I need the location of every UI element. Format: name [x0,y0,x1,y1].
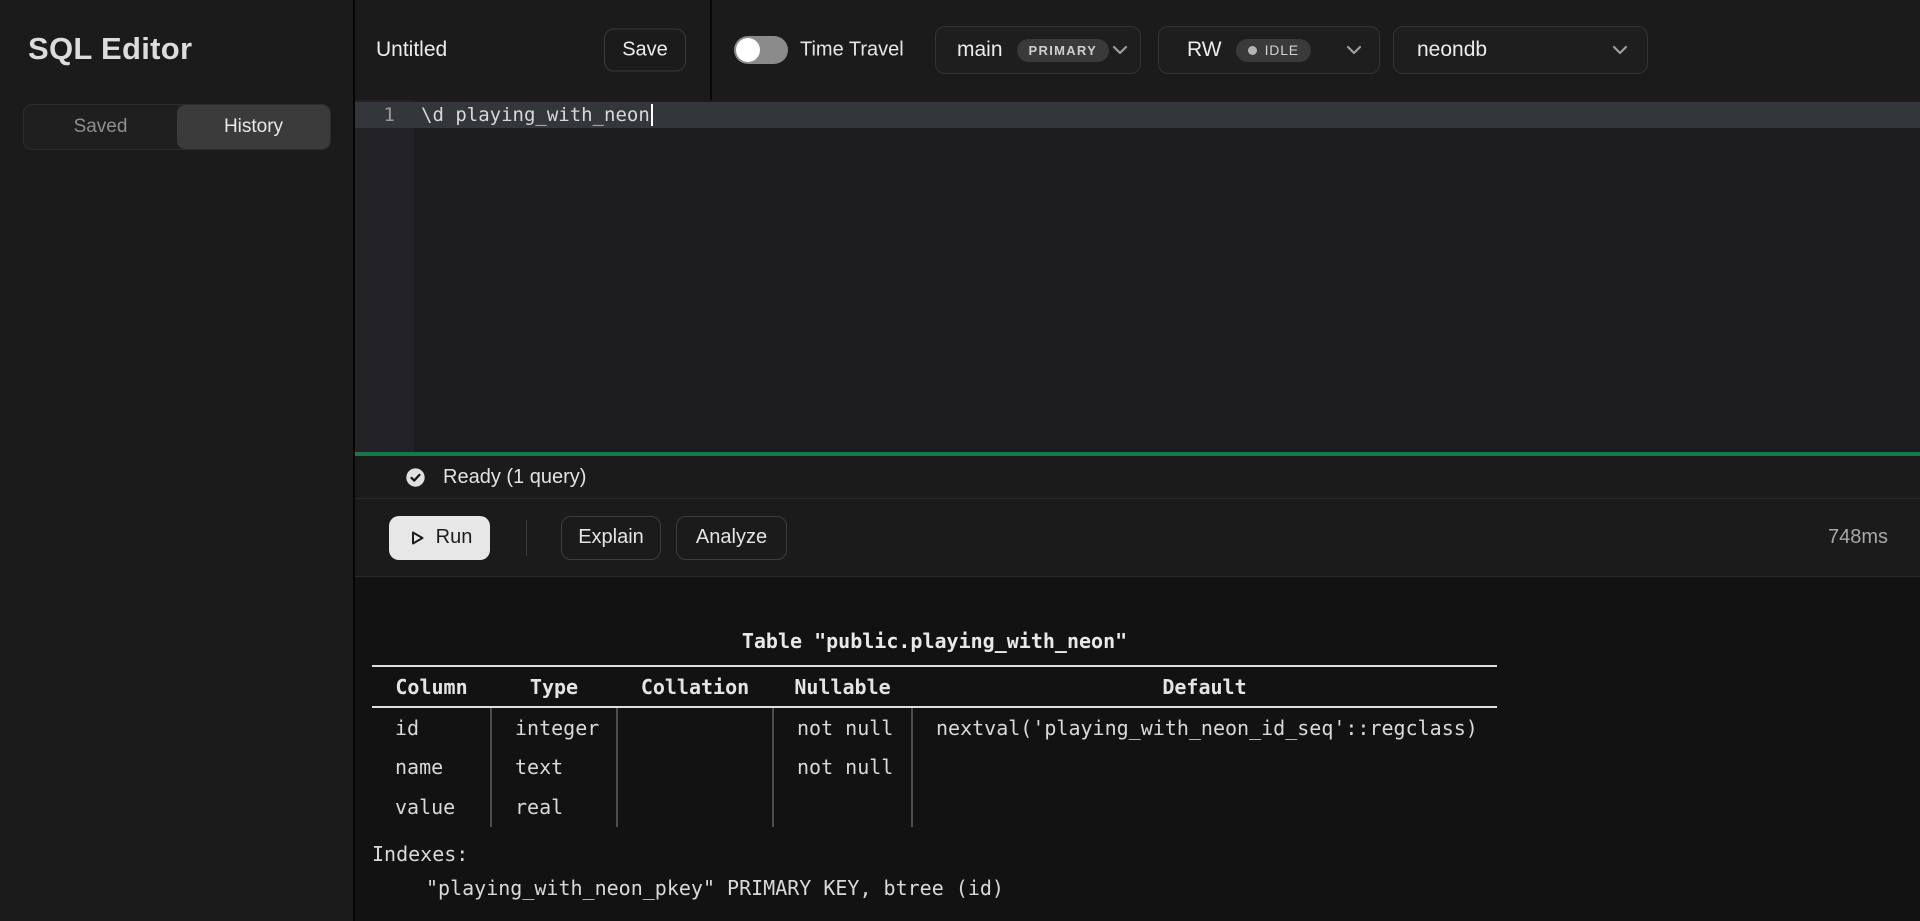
actions-bar: Run Explain Analyze 748ms [355,499,1920,577]
save-button[interactable]: Save [604,29,686,72]
cell: text [491,747,617,787]
table-row: value real [372,787,1497,827]
branch-select[interactable]: main PRIMARY [935,26,1141,74]
cell [617,747,773,787]
col-header: Collation [617,666,773,707]
result-table: Column Type Collation Nullable Default i… [372,665,1497,827]
result-header-row: Column Type Collation Nullable Default [372,666,1497,707]
cell: real [491,787,617,827]
topbar: Untitled Save Time Travel main PRIMARY R… [355,0,1920,100]
saved-history-tabs: Saved History [23,104,331,150]
indexes-label: Indexes: [372,837,1920,871]
cell [912,747,1497,787]
page-title: SQL Editor [28,31,353,67]
status-bar: Ready (1 query) [355,456,1920,499]
cell: not null [773,707,912,747]
tab-history[interactable]: History [177,105,330,149]
chevron-down-icon [1109,39,1131,61]
col-header: Column [372,666,491,707]
main-panel: Untitled Save Time Travel main PRIMARY R… [355,0,1920,921]
idle-dot-icon [1248,46,1257,55]
primary-badge: PRIMARY [1017,39,1110,62]
code-text: \d playing_with_neon [421,104,650,126]
play-icon [407,528,427,548]
button-divider [526,520,527,556]
chevron-down-icon [1343,39,1365,61]
sidebar: SQL Editor Saved History [0,0,355,921]
compute-status-badge: IDLE [1236,39,1311,62]
toggle-knob [736,38,760,62]
branch-name: main [957,38,1003,62]
cell: name [372,747,491,787]
cell [773,787,912,827]
cell: integer [491,707,617,747]
table-row: id integer not null nextval('playing_wit… [372,707,1497,747]
chevron-down-icon [1609,39,1631,61]
query-title[interactable]: Untitled [376,38,447,62]
cell [617,787,773,827]
status-message: Ready (1 query) [443,466,586,489]
cell: nextval('playing_with_neon_id_seq'::regc… [912,707,1497,747]
compute-select[interactable]: RW IDLE [1158,26,1380,74]
code-editor[interactable]: 1 \d playing_with_neon [355,100,1920,452]
check-circle-icon [405,467,426,488]
text-cursor [651,104,653,126]
cell: id [372,707,491,747]
col-header: Default [912,666,1497,707]
database-name: neondb [1417,38,1487,62]
line-number: 1 [355,102,395,128]
table-row: name text not null [372,747,1497,787]
tab-saved[interactable]: Saved [24,105,177,149]
sql-editor-app: SQL Editor Saved History Untitled Save T… [0,0,1920,921]
run-button[interactable]: Run [389,516,490,560]
col-header: Type [491,666,617,707]
cell: not null [773,747,912,787]
col-header: Nullable [773,666,912,707]
results-output: Table "public.playing_with_neon" Column … [355,577,1920,921]
compute-name: RW [1187,38,1222,62]
result-table-title: Table "public.playing_with_neon" [372,628,1497,654]
explain-button[interactable]: Explain [561,516,661,560]
editor-gutter [355,100,414,452]
cell: value [372,787,491,827]
query-duration: 748ms [1828,526,1888,549]
time-travel-label: Time Travel [800,39,904,62]
database-select[interactable]: neondb [1393,26,1648,74]
time-travel-toggle[interactable] [734,36,788,64]
topbar-divider [710,0,712,100]
code-line[interactable]: \d playing_with_neon [421,102,653,128]
cell [912,787,1497,827]
analyze-button[interactable]: Analyze [676,516,787,560]
index-definition: "playing_with_neon_pkey" PRIMARY KEY, bt… [372,871,1920,905]
cell [617,707,773,747]
